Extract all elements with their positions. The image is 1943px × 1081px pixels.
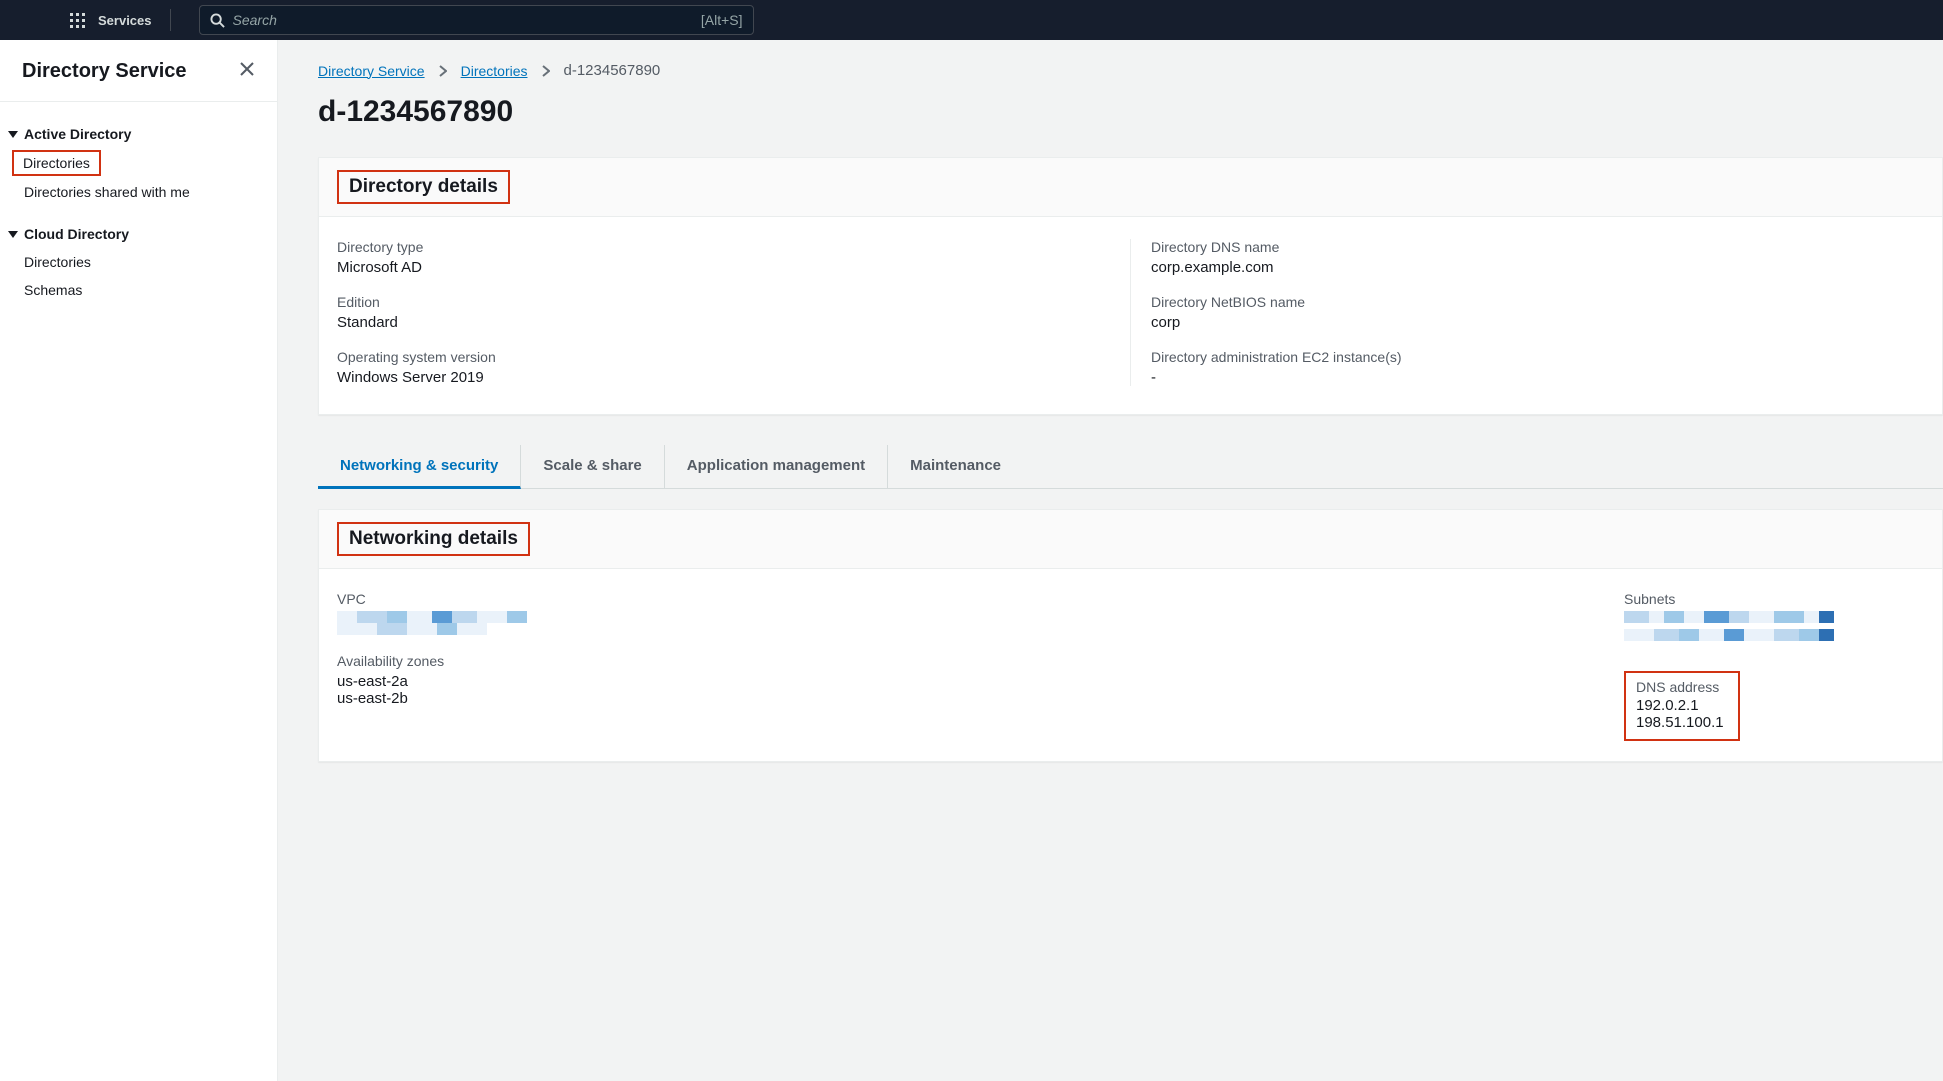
sidebar-item-schemas[interactable]: Schemas: [0, 276, 92, 304]
close-icon[interactable]: [239, 60, 255, 83]
breadcrumb-current: d-1234567890: [564, 62, 661, 79]
search-input[interactable]: [233, 12, 693, 28]
directory-details-panel: Directory details Directory type Microso…: [318, 157, 1943, 415]
field-label: Directory DNS name: [1151, 239, 1924, 255]
tab-application-management[interactable]: Application management: [665, 445, 888, 488]
dns-label: DNS address: [1636, 679, 1724, 695]
services-link[interactable]: Services: [98, 13, 152, 28]
sidebar-item-directories[interactable]: Directories: [12, 150, 101, 176]
breadcrumb-link-directory-service[interactable]: Directory Service: [318, 63, 425, 79]
sidebar-item-cloud-directories[interactable]: Directories: [0, 248, 101, 276]
dns-value-1: 198.51.100.1: [1636, 714, 1724, 731]
field-value: Microsoft AD: [337, 259, 1110, 276]
top-nav: Services [Alt+S]: [0, 0, 1943, 40]
field-label: Directory NetBIOS name: [1151, 294, 1924, 310]
caret-down-icon: [8, 229, 18, 239]
dns-address-box: DNS address 192.0.2.1 198.51.100.1: [1624, 671, 1740, 741]
tab-maintenance[interactable]: Maintenance: [888, 445, 1023, 488]
field-label: Edition: [337, 294, 1110, 310]
field-label: Directory type: [337, 239, 1110, 255]
field-value: Standard: [337, 314, 1110, 331]
divider: [170, 9, 171, 31]
dns-value-0: 192.0.2.1: [1636, 697, 1724, 714]
az-value-0: us-east-2a: [337, 673, 1624, 690]
az-value-1: us-east-2b: [337, 690, 1624, 707]
search-hint: [Alt+S]: [701, 12, 743, 28]
networking-details-heading: Networking details: [337, 522, 530, 556]
caret-down-icon: [8, 129, 18, 139]
page-title: d-1234567890: [318, 95, 1943, 129]
field-value: -: [1151, 369, 1924, 386]
tabs: Networking & security Scale & share Appl…: [318, 445, 1943, 489]
sidebar-item-directories-shared[interactable]: Directories shared with me: [0, 178, 200, 206]
breadcrumb-link-directories[interactable]: Directories: [461, 63, 528, 79]
field-label: Operating system version: [337, 349, 1110, 365]
field-value: Windows Server 2019: [337, 369, 1110, 386]
field-value: corp: [1151, 314, 1924, 331]
vpc-redacted: [337, 611, 537, 635]
sidebar: Directory Service Active Directory Direc…: [0, 40, 278, 1081]
chevron-right-icon: [542, 65, 550, 77]
subnets-label: Subnets: [1624, 591, 1924, 607]
directory-details-heading: Directory details: [337, 170, 510, 204]
field-value: corp.example.com: [1151, 259, 1924, 276]
apps-grid-icon[interactable]: [70, 12, 86, 28]
sidebar-title: Directory Service: [22, 60, 187, 83]
nav-group-active-directory[interactable]: Active Directory: [0, 120, 277, 148]
az-label: Availability zones: [337, 653, 1624, 669]
search-icon: [210, 13, 225, 28]
subnets-redacted: [1624, 611, 1834, 641]
main-content: Directory Service Directories d-12345678…: [278, 40, 1943, 1081]
chevron-right-icon: [439, 65, 447, 77]
global-search[interactable]: [Alt+S]: [199, 5, 754, 35]
tab-scale-share[interactable]: Scale & share: [521, 445, 664, 488]
tab-networking-security[interactable]: Networking & security: [318, 445, 521, 489]
breadcrumb: Directory Service Directories d-12345678…: [318, 62, 1943, 79]
networking-details-panel: Networking details VPC: [318, 509, 1943, 762]
nav-group-cloud-directory[interactable]: Cloud Directory: [0, 220, 277, 248]
field-label: Directory administration EC2 instance(s): [1151, 349, 1924, 365]
vpc-label: VPC: [337, 591, 1624, 607]
